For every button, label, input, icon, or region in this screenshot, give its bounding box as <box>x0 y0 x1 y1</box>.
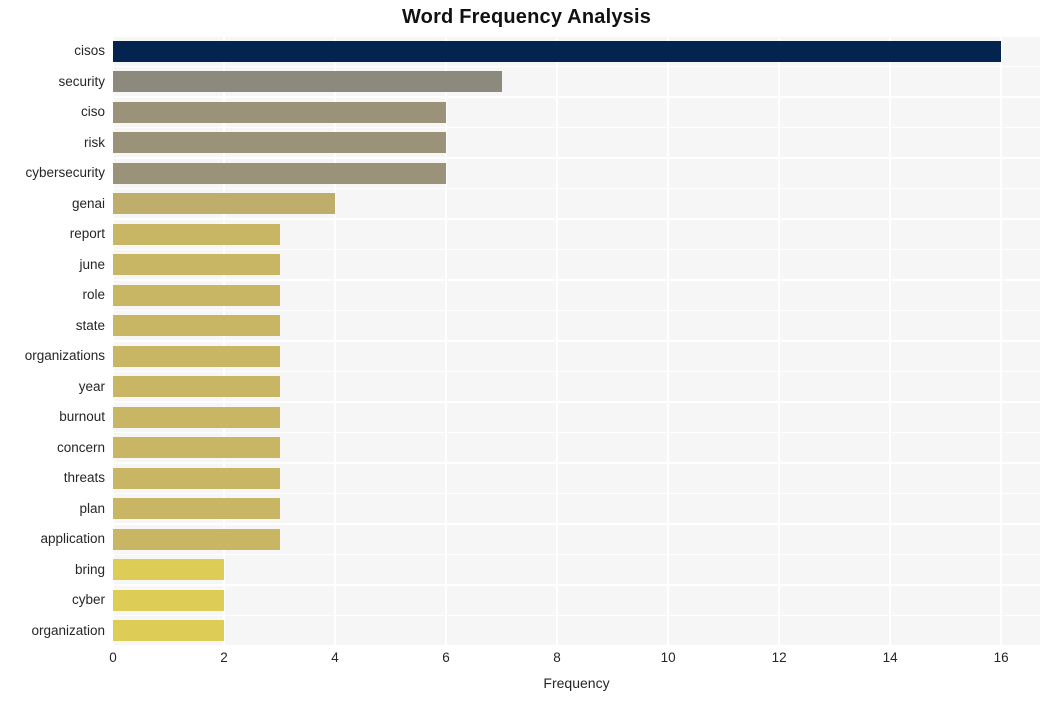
bar <box>113 406 280 428</box>
bar <box>113 589 225 611</box>
bar <box>113 528 280 550</box>
x-axis-tick-label: 2 <box>220 650 228 665</box>
bar <box>113 345 280 367</box>
x-axis-tick-label: 0 <box>109 650 117 665</box>
plot-area <box>112 35 1040 647</box>
bar <box>113 315 280 337</box>
y-axis-tick-label: application <box>40 531 105 547</box>
y-axis-tick-label: risk <box>84 134 105 150</box>
y-axis-tick-label: report <box>69 226 105 242</box>
y-axis-tick-label: concern <box>56 439 105 455</box>
y-axis-tick-label: cisos <box>74 43 105 59</box>
bar <box>113 101 447 123</box>
y-axis-tick-label: organization <box>31 622 105 638</box>
y-axis-tick-labels: cisos security ciso risk cybersecurity genai r… <box>0 36 105 646</box>
y-axis-tick-label: bring <box>74 561 105 577</box>
x-axis-tick-label: 8 <box>553 650 561 665</box>
bar <box>113 132 447 154</box>
bar <box>113 284 280 306</box>
x-axis-tick-labels: 0 2 4 6 8 10 12 14 16 <box>109 650 1040 672</box>
bar <box>113 437 280 459</box>
x-axis-title: Frequency <box>543 675 610 691</box>
x-axis-tick-label: 10 <box>660 650 676 665</box>
y-axis-tick-label: burnout <box>59 409 105 425</box>
bar <box>113 376 280 398</box>
bar <box>113 498 280 520</box>
x-axis-tick-label: 12 <box>771 650 787 665</box>
y-axis-tick-label: organizations <box>24 348 105 364</box>
y-axis-tick-label: cyber <box>71 592 105 608</box>
chart-title: Word Frequency Analysis <box>401 6 652 28</box>
bars-layer <box>113 36 1040 646</box>
bar <box>113 223 280 245</box>
y-axis-tick-label: ciso <box>80 104 105 120</box>
y-axis-tick-label: cybersecurity <box>25 165 105 181</box>
y-axis-tick-label: role <box>82 287 105 303</box>
bar <box>113 559 225 581</box>
x-axis-tick-label: 14 <box>882 650 898 665</box>
x-axis-tick-label: 16 <box>993 650 1009 665</box>
bar <box>113 620 225 642</box>
bar <box>113 71 502 93</box>
y-axis-tick-label: security <box>58 73 105 89</box>
bar <box>113 193 336 215</box>
bar <box>113 40 1002 62</box>
y-axis-tick-label: june <box>79 256 105 272</box>
y-axis-tick-label: year <box>78 378 105 394</box>
bar <box>113 254 280 276</box>
y-axis-tick-label: threats <box>63 470 105 486</box>
bar <box>113 467 280 489</box>
x-axis-tick-label: 6 <box>442 650 450 665</box>
x-axis-tick-label: 4 <box>331 650 339 665</box>
y-axis-tick-label: plan <box>79 500 105 516</box>
bar <box>113 162 447 184</box>
y-axis-tick-label: genai <box>71 195 105 211</box>
chart-figure: Word Frequency Analysis cisos security cis… <box>0 0 1053 701</box>
y-axis-tick-label: state <box>75 317 105 333</box>
